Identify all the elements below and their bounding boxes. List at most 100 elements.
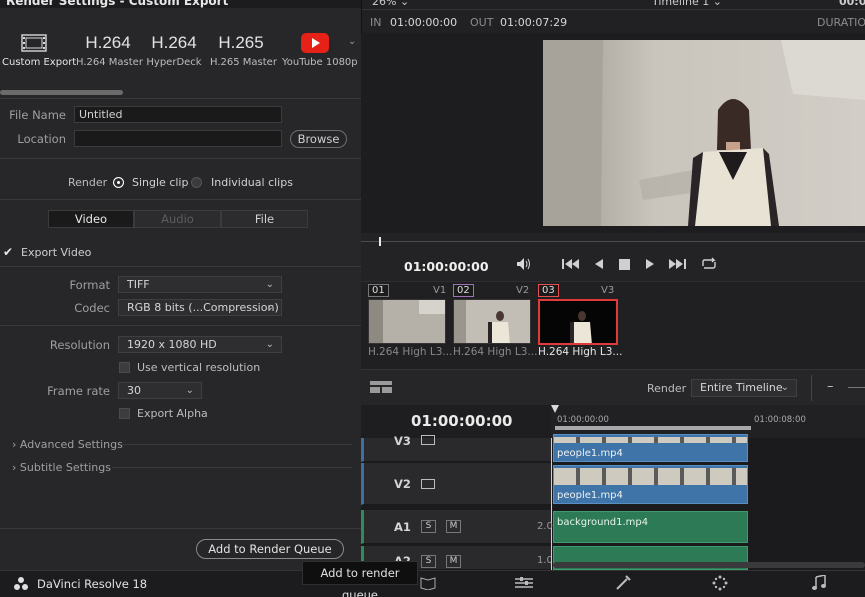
- volume-icon[interactable]: [516, 257, 532, 274]
- preset-hyperdeck[interactable]: H.264 HyperDeck: [143, 30, 205, 68]
- timeline-name: Timeline 1: [652, 0, 710, 8]
- a1-clip[interactable]: background1.mp4: [553, 511, 748, 543]
- track-name: A1: [394, 520, 411, 534]
- track-name: V3: [394, 434, 411, 448]
- app-name: DaVinci Resolve 18: [37, 577, 148, 591]
- clip-thumbnail-3[interactable]: [538, 299, 618, 345]
- clip-name: H.264 High L3...: [538, 346, 623, 358]
- location-label: Location: [17, 132, 66, 146]
- chevron-down-icon[interactable]: ⌄: [348, 36, 356, 47]
- chevron-down-icon: ⌄: [780, 382, 789, 393]
- zoom-out-icon[interactable]: –: [827, 379, 834, 394]
- preset-h265-master[interactable]: H.265 H.265 Master: [210, 30, 277, 68]
- export-video-checkbox[interactable]: ✔: [3, 245, 13, 259]
- chevron-down-icon: ⌄: [265, 302, 274, 313]
- clip-thumbnail-2[interactable]: [453, 299, 531, 344]
- video-preview[interactable]: [543, 40, 865, 226]
- preset-custom-export[interactable]: Custom Export: [2, 30, 76, 68]
- divider: [811, 375, 812, 401]
- divider: [122, 444, 352, 445]
- viewer-header: 26% ⌄ Timeline 1 ⌄ 00:00 IN 01:00:00:00 …: [361, 0, 865, 33]
- divider: [112, 467, 352, 468]
- preset-youtube[interactable]: YouTube 1080p: [282, 30, 358, 68]
- preset-codec: H.264: [151, 33, 197, 52]
- mute-button[interactable]: M: [446, 520, 461, 533]
- skip-to-start-icon[interactable]: [562, 258, 580, 273]
- zoom-slider[interactable]: [848, 387, 865, 388]
- track-header-v2[interactable]: V2: [361, 463, 551, 505]
- loop-icon[interactable]: [700, 257, 718, 274]
- timeline-dropdown[interactable]: Timeline 1 ⌄: [652, 0, 722, 8]
- single-clip-label[interactable]: Single clip: [132, 176, 188, 189]
- tab-audio[interactable]: Audio: [134, 210, 221, 228]
- codec-dropdown[interactable]: RGB 8 bits (...Compression) ⌄: [118, 299, 282, 316]
- panel-options-icon[interactable]: •••: [330, 0, 353, 4]
- render-range-label: Render: [647, 382, 687, 395]
- chevron-right-icon: ›: [12, 438, 17, 451]
- media-page-icon[interactable]: [420, 576, 436, 593]
- chevron-down-icon: ⌄: [265, 279, 274, 290]
- stop-icon[interactable]: [619, 259, 630, 273]
- v3-clip[interactable]: people1.mp4: [553, 434, 748, 462]
- music-note-icon[interactable]: [812, 574, 826, 594]
- export-alpha-checkbox[interactable]: [119, 408, 130, 419]
- chevron-down-icon: ⌄: [399, 0, 410, 8]
- timeline-header: 01:00:00:00: [361, 405, 551, 438]
- render-range-bar[interactable]: [555, 426, 751, 430]
- tab-video[interactable]: Video: [48, 210, 134, 228]
- render-range-value: Entire Timeline: [700, 381, 783, 394]
- resolution-dropdown[interactable]: 1920 x 1080 HD ⌄: [118, 336, 282, 353]
- individual-clips-label[interactable]: Individual clips: [211, 176, 293, 189]
- location-input[interactable]: [74, 130, 282, 147]
- clip-track: V3: [601, 285, 615, 296]
- track-header-v3[interactable]: V3: [361, 434, 551, 462]
- preset-label: YouTube 1080p: [282, 57, 358, 68]
- clip-track-icon: [421, 479, 435, 492]
- ruler-end-label: 01:00:08:00: [754, 415, 806, 425]
- frame-rate-dropdown[interactable]: 30 ⌄: [118, 382, 202, 399]
- timeline-view-icon[interactable]: [370, 381, 392, 396]
- vertical-resolution-checkbox[interactable]: [119, 362, 130, 373]
- transport-controls: 01:00:00:00: [361, 233, 865, 281]
- individual-clips-radio[interactable]: [191, 177, 202, 188]
- advanced-settings-toggle[interactable]: › Advanced Settings: [12, 438, 123, 451]
- solo-button[interactable]: S: [421, 555, 436, 568]
- render-range-dropdown[interactable]: Entire Timeline ⌄: [691, 379, 797, 397]
- mute-button[interactable]: M: [446, 555, 461, 568]
- browse-button[interactable]: Browse: [290, 130, 347, 148]
- v2-clip[interactable]: people1.mp4: [553, 465, 748, 504]
- skip-to-end-icon[interactable]: [668, 258, 686, 273]
- play-icon[interactable]: [645, 258, 655, 273]
- file-name-input[interactable]: Untitled: [74, 106, 282, 123]
- step-back-icon[interactable]: [594, 258, 604, 273]
- preset-label: HyperDeck: [146, 57, 202, 68]
- fusion-page-icon[interactable]: [615, 575, 631, 594]
- film-icon: [2, 30, 66, 56]
- edit-page-icon[interactable]: [515, 576, 533, 593]
- playhead-handle[interactable]: [551, 405, 559, 413]
- timeline-tracks: V3 V2 A1 S M 2.0 A2 S M 1.0 people1.mp4 …: [361, 434, 865, 570]
- timeline-scrollbar[interactable]: [553, 562, 865, 568]
- scrub-playhead[interactable]: [379, 237, 381, 246]
- clip-thumbnail-1[interactable]: [368, 299, 446, 344]
- color-page-icon[interactable]: [712, 575, 728, 594]
- presets-scrollbar[interactable]: [0, 90, 123, 95]
- render-mode-label: Render: [68, 176, 108, 189]
- duration-label: DURATION: [817, 16, 865, 29]
- track-header-a1[interactable]: A1 S M 2.0: [361, 510, 553, 544]
- tab-file[interactable]: File: [221, 210, 308, 228]
- preset-label: H.265 Master: [210, 57, 277, 68]
- zoom-dropdown[interactable]: 26% ⌄: [372, 0, 409, 8]
- frame-rate-label: Frame rate: [47, 384, 110, 398]
- subtitle-settings-toggle[interactable]: › Subtitle Settings: [12, 461, 111, 474]
- preset-h264-master[interactable]: H.264 H.264 Master: [76, 30, 143, 68]
- add-to-render-queue-button[interactable]: Add to Render Queue: [196, 539, 344, 559]
- chevron-down-icon: ⌄: [712, 0, 722, 8]
- solo-button[interactable]: S: [421, 520, 436, 533]
- clip-track: V2: [516, 285, 530, 296]
- page-navigation-bar: DaVinci Resolve 18: [0, 570, 865, 597]
- single-clip-radio[interactable]: [113, 177, 124, 188]
- scrub-track[interactable]: [361, 241, 865, 242]
- format-dropdown[interactable]: TIFF ⌄: [118, 276, 282, 293]
- divider: [0, 158, 361, 159]
